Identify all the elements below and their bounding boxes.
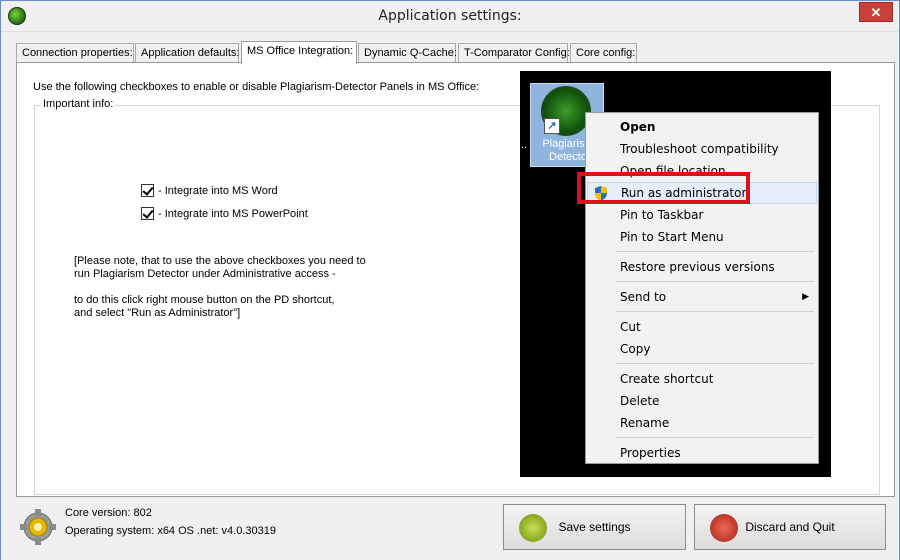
tab-application-defaults[interactable]: Application defaults: [135,43,239,63]
dots: .. [521,139,528,151]
highlight-box [577,172,750,204]
tab-t-comparator-config[interactable]: T-Comparator Config: [458,43,570,63]
tab-ms-office-integration[interactable]: MS Office Integration: [241,41,357,64]
gear-icon [20,509,56,545]
menu-separator [616,281,814,282]
note-line-2: run Plagiarism Detector under Administra… [74,268,336,280]
powerpoint-checkbox[interactable] [141,207,154,220]
powerpoint-checkbox-row[interactable]: - Integrate into MS PowerPoint [141,207,308,220]
menu-item-restore: Restore previous versions [620,260,775,274]
menu-item-cut: Cut [620,320,641,334]
status-bar: Core version: 802 Operating system: x64 … [1,498,899,560]
instruction-screenshot: .. ↗ Plagiarism Detecto Open Troubleshoo… [520,71,831,477]
menu-separator [616,311,814,312]
menu-item-open: Open [620,120,656,134]
note-line-3: to do this click right mouse button on t… [74,294,335,306]
save-button[interactable]: Save settings [503,504,686,550]
menu-item-send-to: Send to ▶ [587,286,817,308]
note-line-1: [Please note, that to use the above chec… [74,255,366,267]
discard-button-label: Discard and Quit [745,520,835,534]
window-title: Application settings: [378,8,522,24]
instruction-text: Use the following checkboxes to enable o… [33,81,480,93]
word-checkbox-label: - Integrate into MS Word [158,184,278,197]
menu-item-properties: Properties [620,446,681,460]
settings-window: Application settings: ✕ Connection prope… [0,0,900,560]
submenu-arrow-icon: ▶ [802,292,809,302]
menu-item-pin-taskbar: Pin to Taskbar [620,208,704,222]
menu-item-delete: Delete [620,394,660,408]
tab-connection-properties[interactable]: Connection properties: [16,43,134,63]
menu-item-troubleshoot: Troubleshoot compatibility [620,142,779,156]
menu-separator [616,251,814,252]
close-button[interactable]: ✕ [859,2,893,22]
save-button-label: Save settings [558,520,631,534]
group-label: Important info: [41,98,116,110]
title-bar[interactable]: Application settings: ✕ [1,1,899,32]
menu-separator [616,437,814,438]
word-checkbox[interactable] [141,184,154,197]
powerpoint-checkbox-label: - Integrate into MS PowerPoint [158,207,308,220]
context-menu: Open Troubleshoot compatibility Open fil… [585,112,819,464]
core-version: Core version: 802 [65,507,152,519]
note-line-4: and select "Run as Administrator"] [74,307,241,319]
menu-item-copy: Copy [620,342,651,356]
discard-button[interactable]: Discard and Quit [694,504,886,550]
word-checkbox-row[interactable]: - Integrate into MS Word [141,184,278,197]
tab-core-config[interactable]: Core config: [570,43,637,63]
menu-separator [616,363,814,364]
menu-item-send-to-label: Send to [620,290,667,304]
menu-item-rename: Rename [620,416,670,430]
operating-system: Operating system: x64 OS .net: v4.0.3031… [65,525,276,537]
tab-dynamic-q-cache[interactable]: Dynamic Q-Cache: [358,43,457,63]
menu-item-create-shortcut: Create shortcut [620,372,714,386]
shortcut-arrow-icon: ↗ [544,118,560,134]
menu-item-pin-start: Pin to Start Menu [620,230,724,244]
